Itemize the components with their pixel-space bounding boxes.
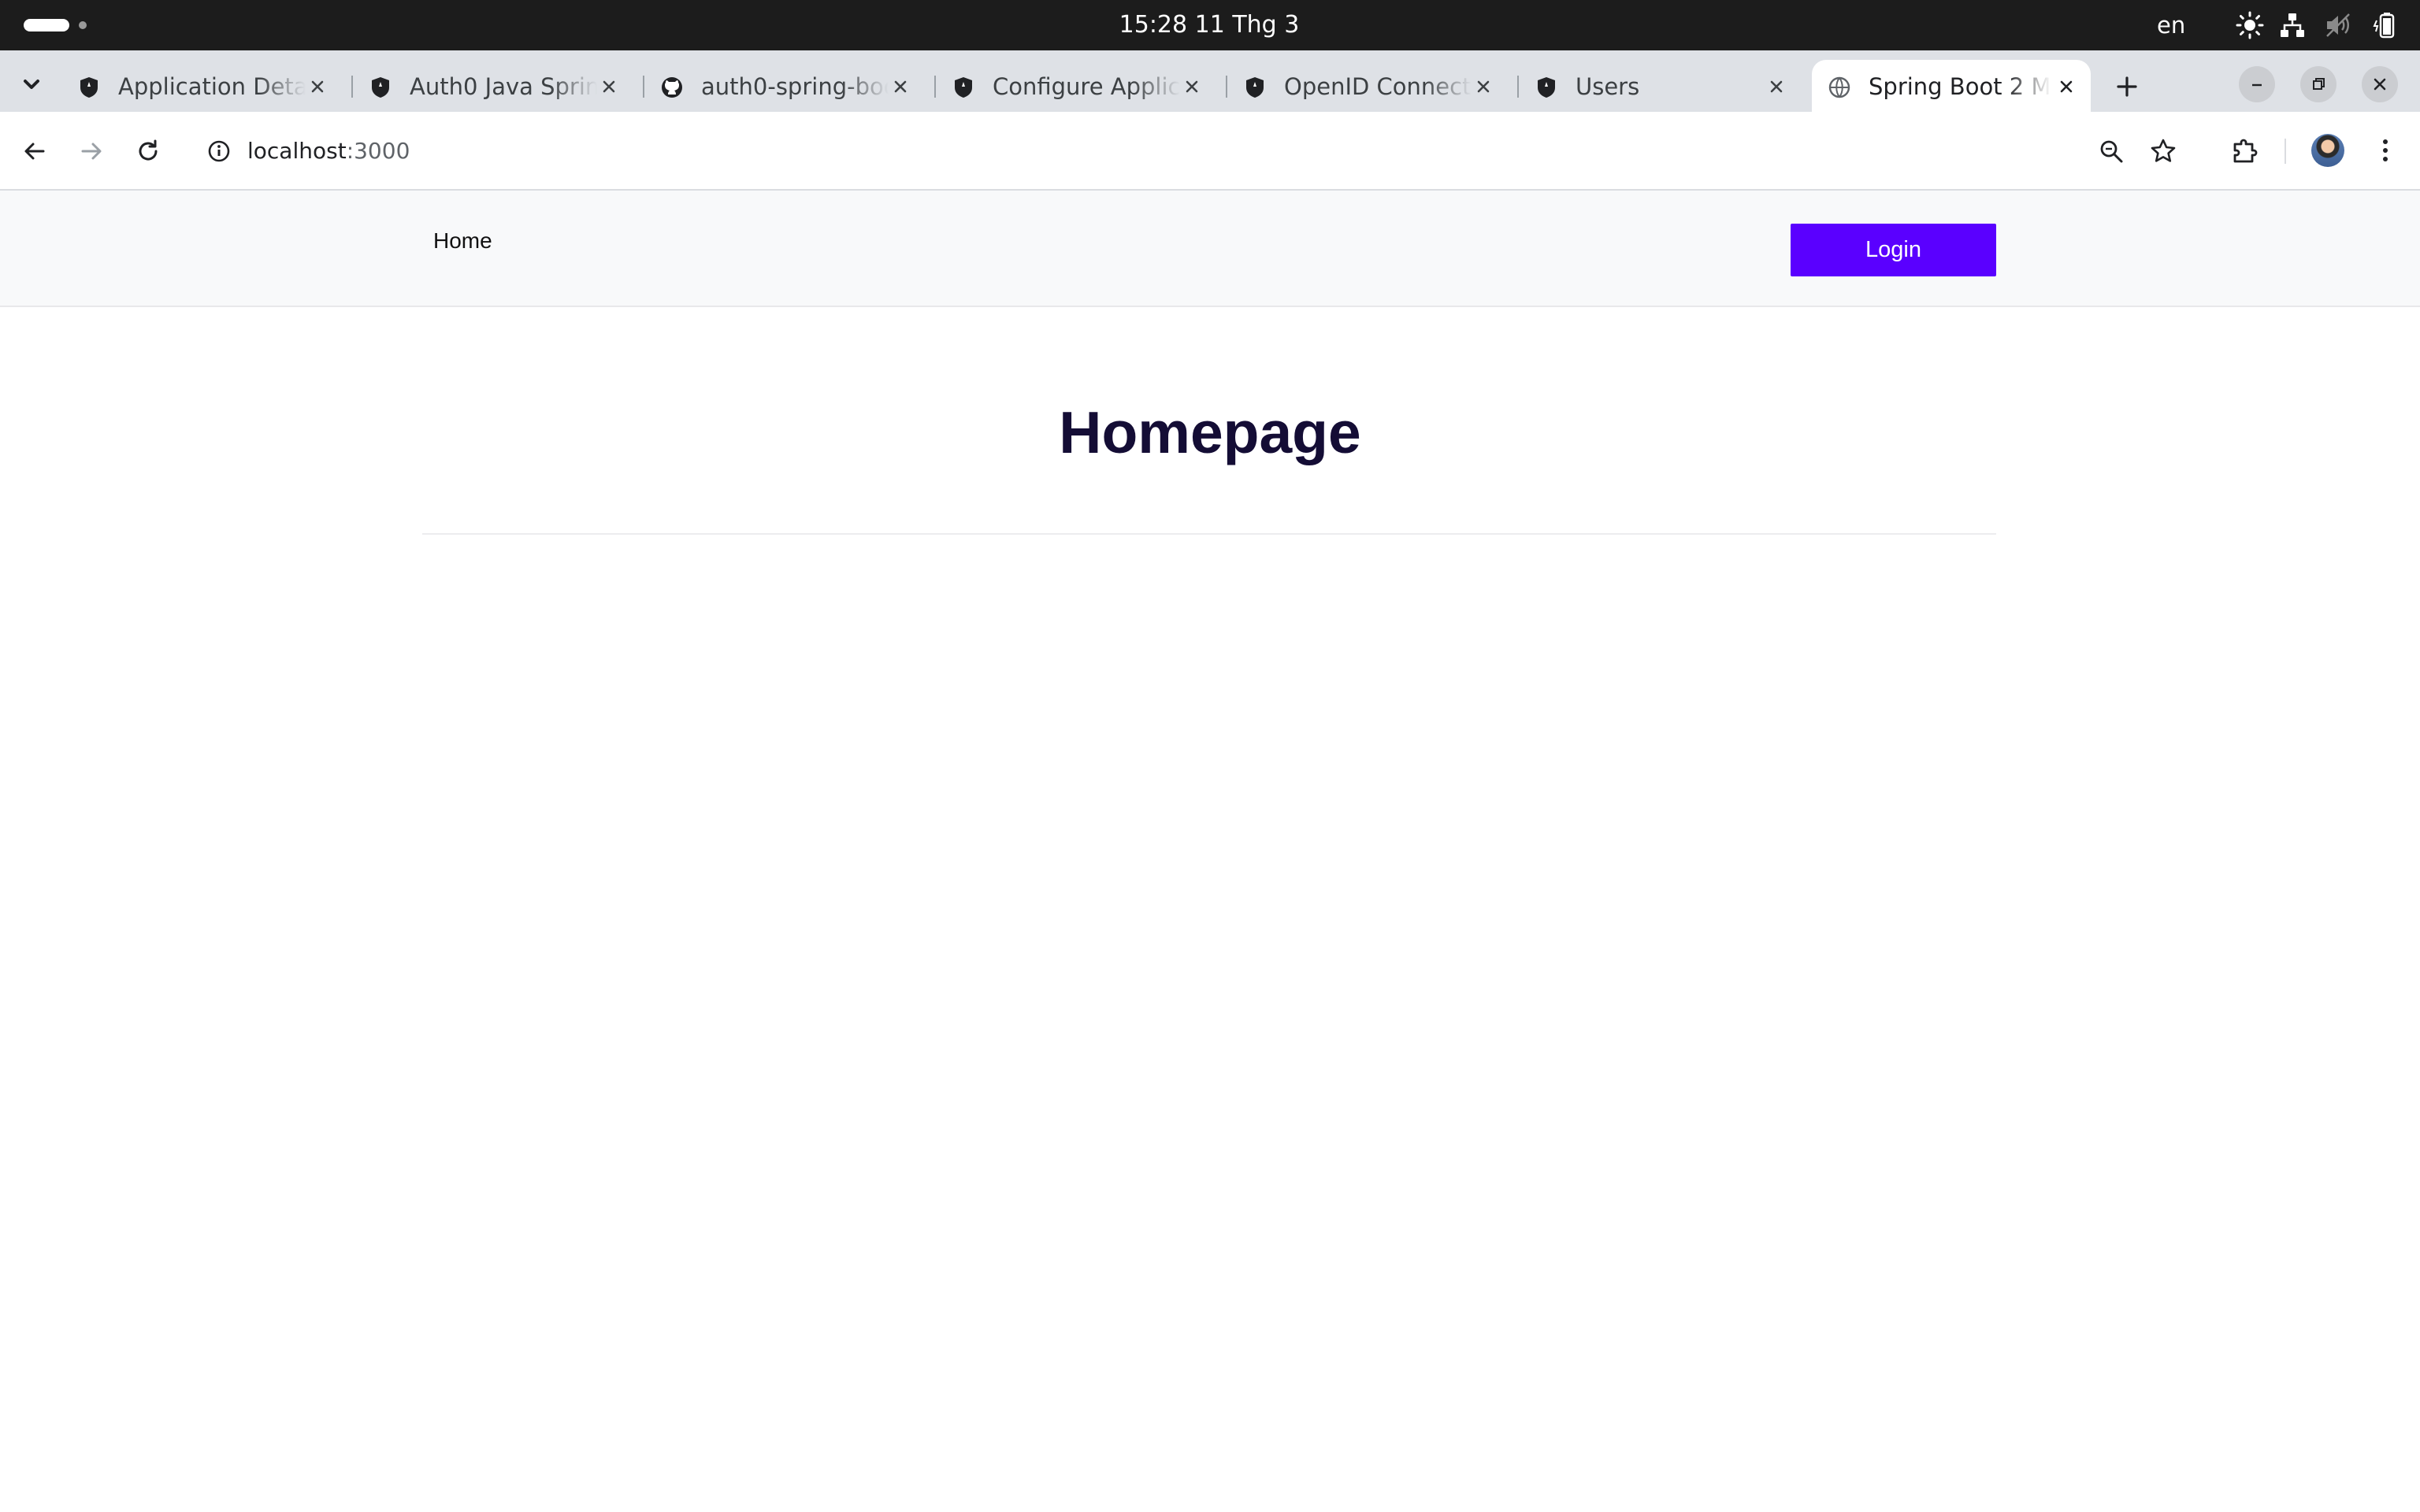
- extensions-puzzle-icon[interactable]: [2229, 135, 2260, 166]
- brightness-icon[interactable]: [2236, 11, 2264, 39]
- toolbar-divider: [2285, 139, 2286, 164]
- close-icon[interactable]: [599, 76, 619, 97]
- address-bar[interactable]: localhost:3000: [187, 121, 2204, 181]
- profile-avatar[interactable]: [2311, 134, 2344, 167]
- auth0-shield-icon: [1538, 77, 1555, 98]
- page-title: Homepage: [1059, 399, 1361, 465]
- forward-button[interactable]: [71, 131, 112, 172]
- tab-openid-connect[interactable]: OpenID Connect: [1227, 60, 1519, 112]
- browser-toolbar: localhost:3000: [0, 112, 2420, 191]
- close-window-button[interactable]: [2362, 66, 2398, 102]
- tab-title: Users: [1576, 73, 1640, 100]
- tab-users[interactable]: Users: [1519, 60, 1810, 112]
- clock[interactable]: 15:28 11 Thg 3: [1087, 9, 1331, 41]
- new-tab-button[interactable]: [2106, 66, 2147, 107]
- more-menu-icon[interactable]: [2370, 135, 2401, 166]
- login-button[interactable]: Login: [1791, 224, 1996, 276]
- battery-icon[interactable]: [2371, 11, 2400, 39]
- url-port: :3000: [346, 138, 410, 164]
- divider: [422, 533, 1996, 535]
- browser-tab-strip: Application Details Auth0 Java Spring au…: [0, 50, 2420, 112]
- tab-spring-boot-active[interactable]: Spring Boot 2 MVC: [1812, 60, 2091, 112]
- close-icon[interactable]: [1473, 76, 1494, 97]
- tab-title: Auth0 Java Spring: [410, 73, 597, 100]
- globe-icon: [1828, 76, 1850, 98]
- close-icon[interactable]: [307, 76, 328, 97]
- site-info-icon[interactable]: [206, 139, 232, 164]
- tab-auth0-spring-boot-github[interactable]: auth0-spring-boot: [644, 60, 936, 112]
- keyboard-language[interactable]: en: [2157, 9, 2185, 41]
- close-icon[interactable]: [2056, 76, 2077, 97]
- tab-title: OpenID Connect: [1284, 73, 1472, 100]
- network-icon[interactable]: [2278, 11, 2307, 39]
- nav-home-link[interactable]: Home: [433, 225, 492, 257]
- workspace-pill: [24, 19, 69, 32]
- plus-icon: [2117, 76, 2137, 97]
- restore-button[interactable]: [2300, 66, 2336, 102]
- site-navbar: Home Login: [0, 191, 2420, 307]
- minimize-button[interactable]: [2239, 66, 2275, 102]
- url-host: localhost: [247, 138, 347, 164]
- close-icon[interactable]: [1182, 76, 1202, 97]
- arrow-left-icon: [24, 143, 45, 160]
- reload-button[interactable]: [128, 131, 169, 172]
- bookmark-star-icon[interactable]: [2149, 137, 2177, 165]
- reload-icon: [139, 139, 158, 161]
- back-button[interactable]: [14, 131, 55, 172]
- auth0-shield-icon: [1246, 77, 1264, 98]
- chevron-down-icon: [24, 80, 39, 89]
- restore-icon: [2313, 78, 2325, 90]
- workspace-dot: [79, 21, 87, 29]
- system-top-bar: 15:28 11 Thg 3 en: [0, 0, 2420, 50]
- tab-title: auth0-spring-boot: [701, 73, 889, 100]
- close-icon[interactable]: [890, 76, 911, 97]
- close-icon[interactable]: [1766, 76, 1787, 97]
- zoom-icon[interactable]: [2097, 137, 2125, 165]
- tab-auth0-java-spring[interactable]: Auth0 Java Spring: [353, 60, 644, 112]
- github-icon: [662, 77, 682, 98]
- auth0-shield-icon: [372, 77, 389, 98]
- tab-configure-application[interactable]: Configure Application: [936, 60, 1227, 112]
- auth0-shield-icon: [80, 77, 98, 98]
- tab-application-details[interactable]: Application Details: [61, 60, 353, 112]
- minimize-icon: [2252, 83, 2262, 87]
- volume-muted-icon[interactable]: [2324, 11, 2352, 39]
- tab-title: Configure Application: [993, 73, 1180, 100]
- close-icon: [2374, 78, 2386, 91]
- url-text[interactable]: localhost:3000: [247, 135, 410, 167]
- tab-title: Spring Boot 2 MVC: [1869, 73, 2051, 100]
- tab-search-button[interactable]: [8, 66, 55, 104]
- arrow-right-icon: [81, 143, 102, 160]
- tab-title: Application Details: [118, 73, 306, 100]
- page-viewport: Home Login Homepage: [0, 191, 2420, 1512]
- auth0-shield-icon: [955, 77, 972, 98]
